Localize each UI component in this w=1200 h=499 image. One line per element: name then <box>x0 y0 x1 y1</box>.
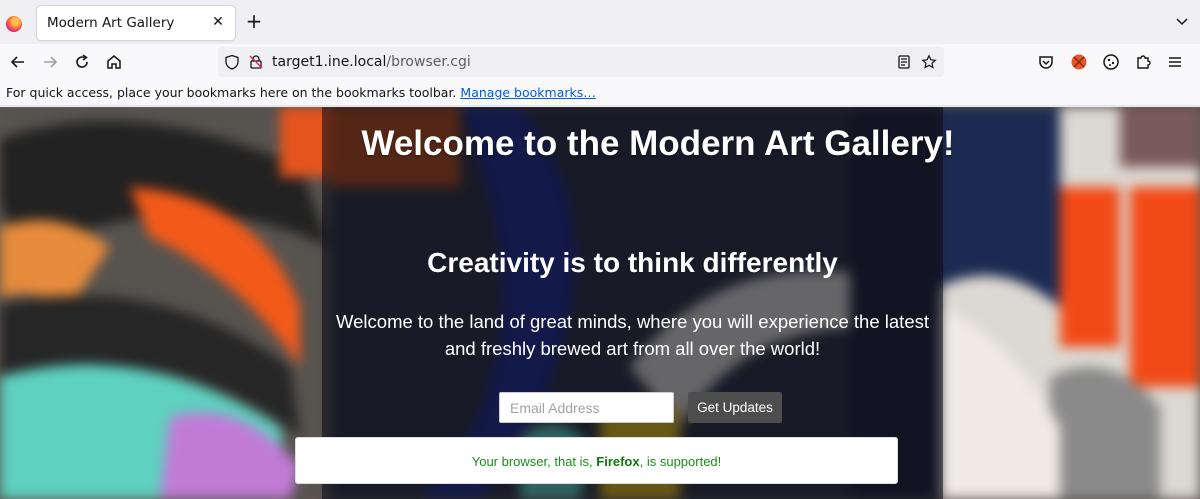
tab-active[interactable]: Modern Art Gallery ✕ <box>37 6 235 40</box>
url-path: /browser.cgi <box>386 54 471 70</box>
firefox-logo-icon[interactable] <box>6 16 22 32</box>
reload-icon[interactable] <box>72 52 92 72</box>
url-bar[interactable]: target1.ine.local/browser.cgi <box>218 47 944 77</box>
back-icon[interactable] <box>8 52 28 72</box>
shield-icon[interactable] <box>224 54 240 70</box>
reader-view-icon[interactable] <box>896 54 912 70</box>
tab-strip: Modern Art Gallery ✕ + <box>0 0 1200 44</box>
pocket-icon[interactable] <box>1036 52 1056 72</box>
nav-bar: target1.ine.local/browser.cgi <box>0 44 1200 80</box>
hamburger-menu-icon[interactable] <box>1165 52 1185 72</box>
extension-orange-icon[interactable] <box>1069 52 1089 72</box>
intro-text: Welcome to the land of great minds, wher… <box>336 311 929 359</box>
notice-prefix: Your browser, that is, <box>471 454 597 469</box>
web-page: Welcome to the Modern Art Gallery! Creat… <box>0 107 1200 499</box>
page-subtitle: Creativity is to think differently <box>427 247 838 278</box>
tab-title: Modern Art Gallery <box>47 15 175 31</box>
manage-bookmarks-link[interactable]: Manage bookmarks… <box>460 85 595 100</box>
new-tab-icon[interactable]: + <box>244 11 264 31</box>
email-input[interactable] <box>499 392 674 423</box>
chevron-down-icon[interactable] <box>1174 13 1190 29</box>
get-updates-button[interactable]: Get Updates <box>688 392 782 423</box>
bookmarks-toolbar: For quick access, place your bookmarks h… <box>0 80 1200 106</box>
insecure-lock-icon[interactable] <box>248 54 264 70</box>
bookmarks-hint: For quick access, place your bookmarks h… <box>6 85 596 100</box>
notice-suffix: , is supported! <box>639 454 722 469</box>
notice-browser-name: Firefox <box>596 454 640 469</box>
page-title: Welcome to the Modern Art Gallery! <box>361 124 955 163</box>
bookmark-star-icon[interactable] <box>921 54 937 70</box>
bookmarks-hint-text: For quick access, place your bookmarks h… <box>6 85 457 100</box>
tab-close-icon[interactable]: ✕ <box>209 13 227 31</box>
extensions-puzzle-icon[interactable] <box>1133 52 1153 72</box>
browser-support-notice: Your browser, that is, Firefox, is suppo… <box>295 437 898 484</box>
url-text[interactable]: target1.ine.local/browser.cgi <box>272 54 471 70</box>
home-icon[interactable] <box>104 52 124 72</box>
url-host: target1.ine.local <box>272 54 387 70</box>
forward-icon[interactable] <box>40 52 60 72</box>
cookie-icon[interactable] <box>1101 52 1121 72</box>
